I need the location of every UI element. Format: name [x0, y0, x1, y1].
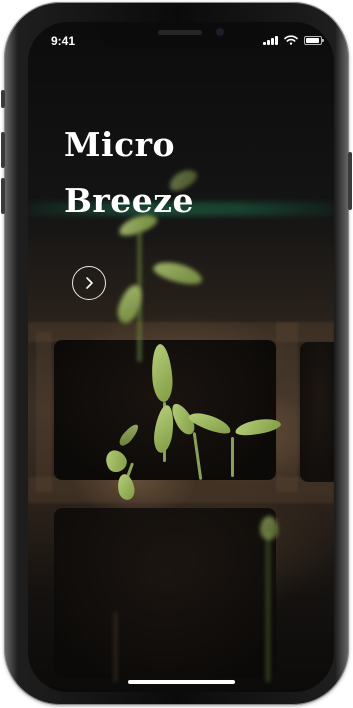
volume-up-button — [1, 132, 5, 168]
tray-wall — [36, 332, 52, 492]
app-title-line-2: Breeze — [64, 181, 195, 220]
notch — [98, 22, 264, 48]
speaker-grille — [158, 30, 202, 35]
status-time: 9:41 — [51, 34, 76, 48]
battery-icon — [304, 35, 324, 45]
seedling-leaf — [113, 281, 147, 327]
cellular-signal-icon — [263, 35, 278, 45]
seedling-leaf — [260, 516, 278, 540]
home-indicator[interactable] — [128, 680, 235, 684]
wifi-icon — [284, 35, 298, 45]
battery-level — [306, 37, 319, 43]
seedling-stem — [114, 612, 117, 682]
status-icons — [263, 35, 324, 45]
soil-cell — [300, 342, 334, 482]
tray-wall — [276, 322, 298, 492]
phone-frame: 9:41 Micro Breeze — [1, 2, 352, 705]
chevron-right-icon — [86, 277, 93, 289]
seedling-stem — [266, 532, 270, 682]
seedling-stem — [231, 437, 234, 477]
volume-down-button — [1, 178, 5, 214]
seedling-background-photo — [28, 22, 334, 692]
next-button[interactable] — [72, 266, 106, 300]
power-button — [348, 152, 352, 210]
soil-cell — [54, 508, 276, 678]
mute-switch — [1, 90, 5, 108]
front-camera — [216, 28, 224, 36]
screen: 9:41 Micro Breeze — [28, 22, 334, 692]
seedling-leaf — [151, 257, 205, 289]
app-title-line-1: Micro — [64, 125, 176, 164]
